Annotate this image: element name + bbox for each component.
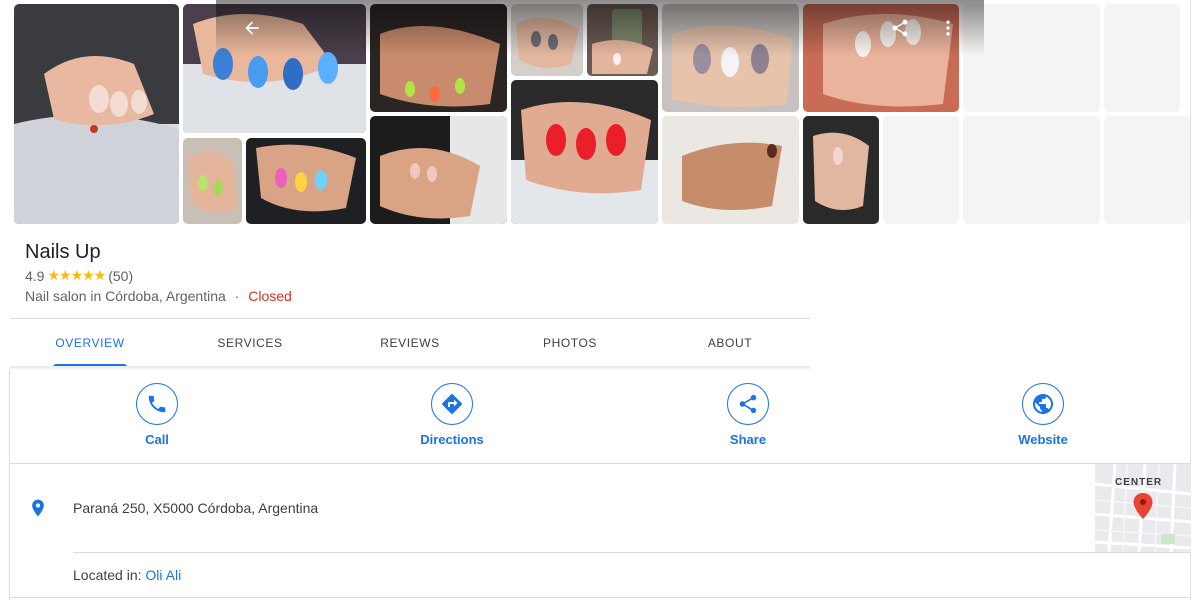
tab-label: REVIEWS (380, 336, 440, 350)
globe-icon (1022, 383, 1064, 425)
tab-overview[interactable]: OVERVIEW (53, 319, 127, 367)
website-label: Website (1018, 432, 1068, 447)
photo-tile[interactable] (370, 116, 507, 224)
phone-icon (136, 383, 178, 425)
map-area-label: CENTER (1115, 477, 1163, 488)
share-icon (727, 383, 769, 425)
location-pin-icon (28, 497, 48, 524)
gallery-toolbar (216, 0, 984, 56)
directions-label: Directions (420, 432, 484, 447)
address-text: Paraná 250, X5000 Córdoba, Argentina (73, 500, 319, 516)
place-category: Nail salon in Córdoba, Argentina (25, 288, 226, 304)
arrow-left-icon[interactable] (237, 13, 267, 43)
map-pin-icon (1131, 492, 1155, 525)
website-button[interactable]: Website (983, 383, 1103, 447)
tab-label: PHOTOS (542, 336, 598, 350)
share-label: Share (729, 432, 767, 447)
star-rating-icon: ★★★★★ (47, 267, 106, 283)
photo-tile[interactable] (803, 116, 879, 224)
call-label: Call (145, 432, 169, 447)
photo-tile[interactable] (183, 138, 242, 224)
place-title: Nails Up (25, 241, 101, 263)
share-button[interactable]: Share (688, 383, 808, 447)
tab-label: ABOUT (707, 336, 753, 350)
rating-value: 4.9 (25, 267, 45, 284)
tab-bar-shadow (10, 366, 810, 370)
call-button[interactable]: Call (97, 383, 217, 447)
photo-gallery (0, 0, 1200, 228)
category-row: Nail salon in Córdoba, Argentina · Close… (25, 288, 292, 304)
photo-tile[interactable] (246, 138, 366, 224)
address-row[interactable]: Paraná 250, X5000 Córdoba, Argentina (10, 464, 1095, 552)
tab-about[interactable]: ABOUT (680, 319, 780, 367)
located-in-row: Located in: Oli Ali (73, 567, 181, 583)
photo-tile[interactable] (662, 116, 799, 224)
tab-reviews[interactable]: REVIEWS (360, 319, 460, 367)
more-vert-icon[interactable] (933, 13, 963, 43)
directions-button[interactable]: Directions (392, 383, 512, 447)
photo-placeholder (1104, 116, 1190, 224)
located-in-prefix: Located in: (73, 567, 146, 583)
rating-row: 4.9 ★★★★★ (50) (25, 267, 133, 284)
tab-services[interactable]: SERVICES (200, 319, 300, 367)
located-in-link[interactable]: Oli Ali (145, 567, 181, 583)
divider (73, 552, 1191, 553)
divider (10, 597, 1190, 598)
tab-label: SERVICES (217, 336, 283, 350)
photo-placeholder (883, 116, 959, 224)
photo-placeholder (1104, 4, 1180, 112)
tab-label: OVERVIEW (55, 336, 125, 350)
photo-tile[interactable] (14, 4, 179, 224)
tab-photos[interactable]: PHOTOS (520, 319, 620, 367)
review-count-link[interactable]: (50) (108, 268, 133, 284)
tab-bar: OVERVIEW SERVICES REVIEWS PHOTOS ABOUT (10, 318, 810, 369)
photo-tile[interactable] (511, 80, 658, 224)
photo-placeholder (963, 116, 1100, 224)
separator-dot: · (234, 288, 240, 304)
directions-icon (431, 383, 473, 425)
share-icon[interactable] (885, 13, 915, 43)
open-status: Closed (248, 288, 292, 304)
